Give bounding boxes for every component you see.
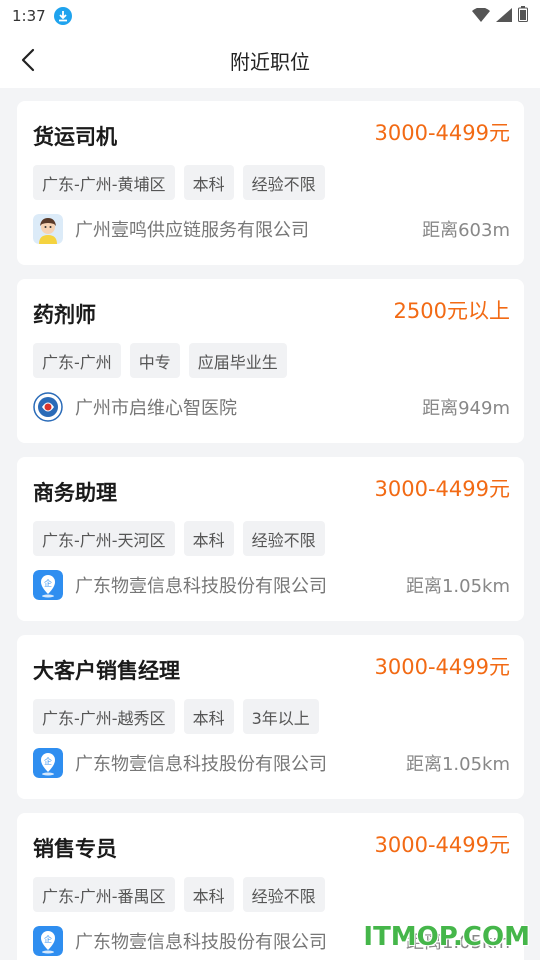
status-time: 1:37 (12, 7, 46, 25)
location-tag: 广东-广州-番禺区 (33, 877, 175, 912)
status-bar: 1:37 (0, 0, 540, 32)
education-tag: 本科 (183, 521, 234, 556)
page-title: 附近职位 (230, 49, 310, 74)
battery-icon (518, 6, 528, 26)
signal-icon (496, 7, 512, 26)
company-name: 广东物壹信息科技股份有限公司 (75, 576, 327, 597)
company-name: 广州壹鸣供应链服务有限公司 (75, 220, 309, 241)
watermark: ITMOP.COM (363, 922, 530, 952)
location-tag: 广东-广州-黄埔区 (33, 165, 175, 200)
job-tags: 广东-广州-黄埔区 本科 经验不限 (33, 165, 325, 200)
education-tag: 中专 (129, 343, 180, 378)
location-tag: 广东-广州-越秀区 (33, 699, 175, 734)
job-list: 货运司机 3000-4499元 广东-广州-黄埔区 本科 经验不限 广州壹鸣供应… (17, 101, 524, 960)
enterprise-pin-icon: 企 (33, 926, 63, 956)
job-salary: 3000-4499元 (374, 121, 510, 145)
back-button[interactable] (12, 44, 44, 76)
wifi-icon (472, 6, 490, 26)
job-tags: 广东-广州-天河区 本科 经验不限 (33, 521, 325, 556)
job-tags: 广东-广州-越秀区 本科 3年以上 (33, 699, 319, 734)
job-salary: 3000-4499元 (374, 833, 510, 857)
company-name: 广东物壹信息科技股份有限公司 (75, 754, 327, 775)
company-row: 企 广东物壹信息科技股份有限公司 距离1.05km (33, 747, 510, 779)
job-tags: 广东-广州 中专 应届毕业生 (33, 343, 287, 378)
job-card[interactable]: 大客户销售经理 3000-4499元 广东-广州-越秀区 本科 3年以上 企 广… (17, 635, 524, 799)
avatar-person-icon (33, 214, 63, 244)
job-salary: 3000-4499元 (374, 477, 510, 501)
svg-text:企: 企 (44, 934, 52, 944)
job-title: 商务助理 (33, 481, 117, 505)
job-title: 药剂师 (33, 303, 96, 327)
job-title: 大客户销售经理 (33, 659, 180, 683)
job-salary: 3000-4499元 (374, 655, 510, 679)
location-tag: 广东-广州-天河区 (33, 521, 175, 556)
experience-tag: 应届毕业生 (188, 343, 287, 378)
company-row: 广州壹鸣供应链服务有限公司 距离603m (33, 213, 510, 245)
company-row: 广州市启维心智医院 距离949m (33, 391, 510, 423)
experience-tag: 3年以上 (242, 699, 319, 734)
job-card[interactable]: 药剂师 2500元以上 广东-广州 中专 应届毕业生 广州市启维心智医院 距离9… (17, 279, 524, 443)
distance: 距离949m (422, 398, 510, 419)
experience-tag: 经验不限 (242, 521, 325, 556)
job-salary: 2500元以上 (393, 299, 510, 323)
svg-text:企: 企 (44, 756, 52, 766)
distance: 距离1.05km (405, 576, 510, 597)
svg-text:企: 企 (44, 578, 52, 588)
education-tag: 本科 (183, 165, 234, 200)
job-card[interactable]: 商务助理 3000-4499元 广东-广州-天河区 本科 经验不限 企 广东物壹… (17, 457, 524, 621)
education-tag: 本科 (183, 877, 234, 912)
distance: 距离1.05km (405, 754, 510, 775)
enterprise-pin-icon: 企 (33, 748, 63, 778)
job-card[interactable]: 货运司机 3000-4499元 广东-广州-黄埔区 本科 经验不限 广州壹鸣供应… (17, 101, 524, 265)
experience-tag: 经验不限 (242, 877, 325, 912)
experience-tag: 经验不限 (242, 165, 325, 200)
nav-bar: 附近职位 (0, 32, 540, 88)
enterprise-pin-icon: 企 (33, 570, 63, 600)
location-tag: 广东-广州 (33, 343, 121, 378)
education-tag: 本科 (183, 699, 234, 734)
job-tags: 广东-广州-番禺区 本科 经验不限 (33, 877, 325, 912)
download-icon (53, 7, 72, 25)
company-row: 企 广东物壹信息科技股份有限公司 距离1.05km (33, 569, 510, 601)
distance: 距离603m (422, 220, 510, 241)
hospital-logo-icon (33, 392, 63, 422)
company-name: 广东物壹信息科技股份有限公司 (75, 932, 327, 953)
job-title: 货运司机 (33, 125, 117, 149)
company-name: 广州市启维心智医院 (75, 398, 237, 419)
job-title: 销售专员 (33, 837, 117, 861)
chevron-left-icon (21, 48, 35, 72)
